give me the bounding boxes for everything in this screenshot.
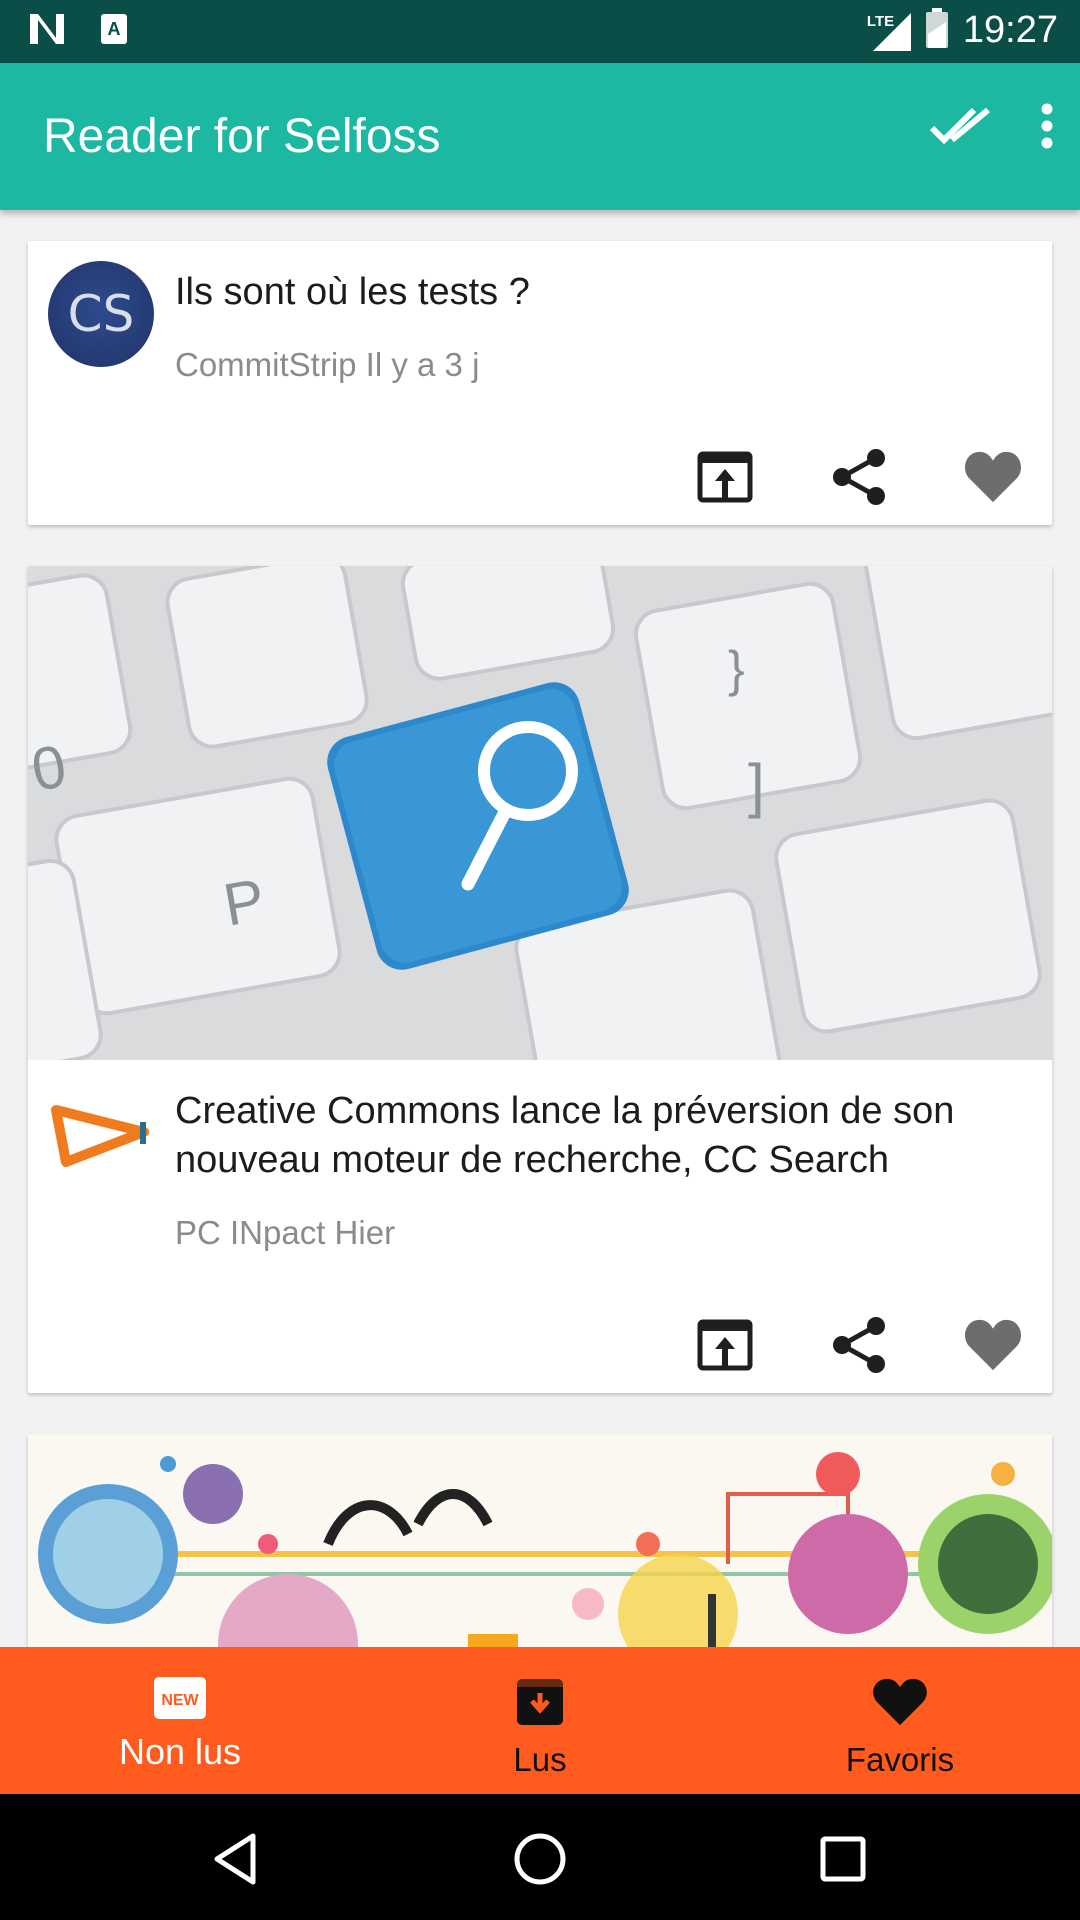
- svg-text:NEW: NEW: [161, 1692, 199, 1709]
- status-time: 19:27: [962, 9, 1058, 51]
- article-card[interactable]: CS Ils sont où les tests ? CommitStrip I…: [28, 241, 1052, 525]
- article-meta: CommitStrip Il y a 3 j: [175, 346, 480, 383]
- svg-text:}: }: [728, 641, 745, 697]
- app-title: Reader for Selfoss: [43, 110, 441, 163]
- share-icon[interactable]: [830, 1316, 888, 1374]
- more-options-icon[interactable]: [1040, 103, 1054, 154]
- article-title[interactable]: Ils sont où les tests ?: [175, 268, 1028, 317]
- bottom-navigation: NEW Non lus Lus Favoris: [0, 1647, 1080, 1794]
- notification-n-icon: [28, 12, 66, 51]
- source-logo: CS: [48, 261, 154, 367]
- app-bar: Reader for Selfoss: [0, 63, 1080, 210]
- back-button[interactable]: [200, 1824, 270, 1894]
- battery-icon: [925, 8, 949, 53]
- new-icon: NEW: [153, 1673, 207, 1723]
- nav-item-favorites[interactable]: Favoris: [720, 1647, 1080, 1794]
- nav-label-unread: Non lus: [118, 1731, 242, 1772]
- article-meta: PC INpact Hier: [175, 1214, 396, 1251]
- archive-icon: [515, 1677, 565, 1727]
- keyboard-a-icon: A: [100, 13, 128, 50]
- nav-label-read: Lus: [513, 1741, 567, 1778]
- heart-icon[interactable]: [964, 1316, 1022, 1374]
- article-card[interactable]: P 0 } ] Creative Commons lance la préver…: [28, 566, 1052, 1393]
- logo-text: CS: [67, 285, 135, 343]
- heart-icon[interactable]: [964, 448, 1022, 506]
- svg-text:A: A: [108, 19, 121, 39]
- open-in-browser-icon[interactable]: [696, 448, 754, 506]
- article-image: P 0 } ]: [28, 566, 1052, 1060]
- signal-icon: LTE: [867, 11, 911, 51]
- status-bar: A LTE 19:27: [0, 0, 1080, 63]
- source-logo: [48, 1080, 154, 1186]
- nav-label-favorites: Favoris: [845, 1741, 955, 1778]
- mark-all-read-icon[interactable]: [929, 106, 992, 151]
- home-button[interactable]: [505, 1824, 575, 1894]
- nav-item-read[interactable]: Lus: [360, 1647, 720, 1794]
- nav-item-unread[interactable]: NEW Non lus: [0, 1647, 360, 1794]
- article-title[interactable]: Creative Commons lance la préversion de …: [175, 1087, 1028, 1185]
- svg-text:]: ]: [748, 752, 765, 819]
- open-in-browser-icon[interactable]: [696, 1316, 754, 1374]
- heart-icon: [872, 1677, 928, 1727]
- recents-button[interactable]: [808, 1824, 878, 1894]
- system-navigation-bar: [0, 1794, 1080, 1920]
- share-icon[interactable]: [830, 448, 888, 506]
